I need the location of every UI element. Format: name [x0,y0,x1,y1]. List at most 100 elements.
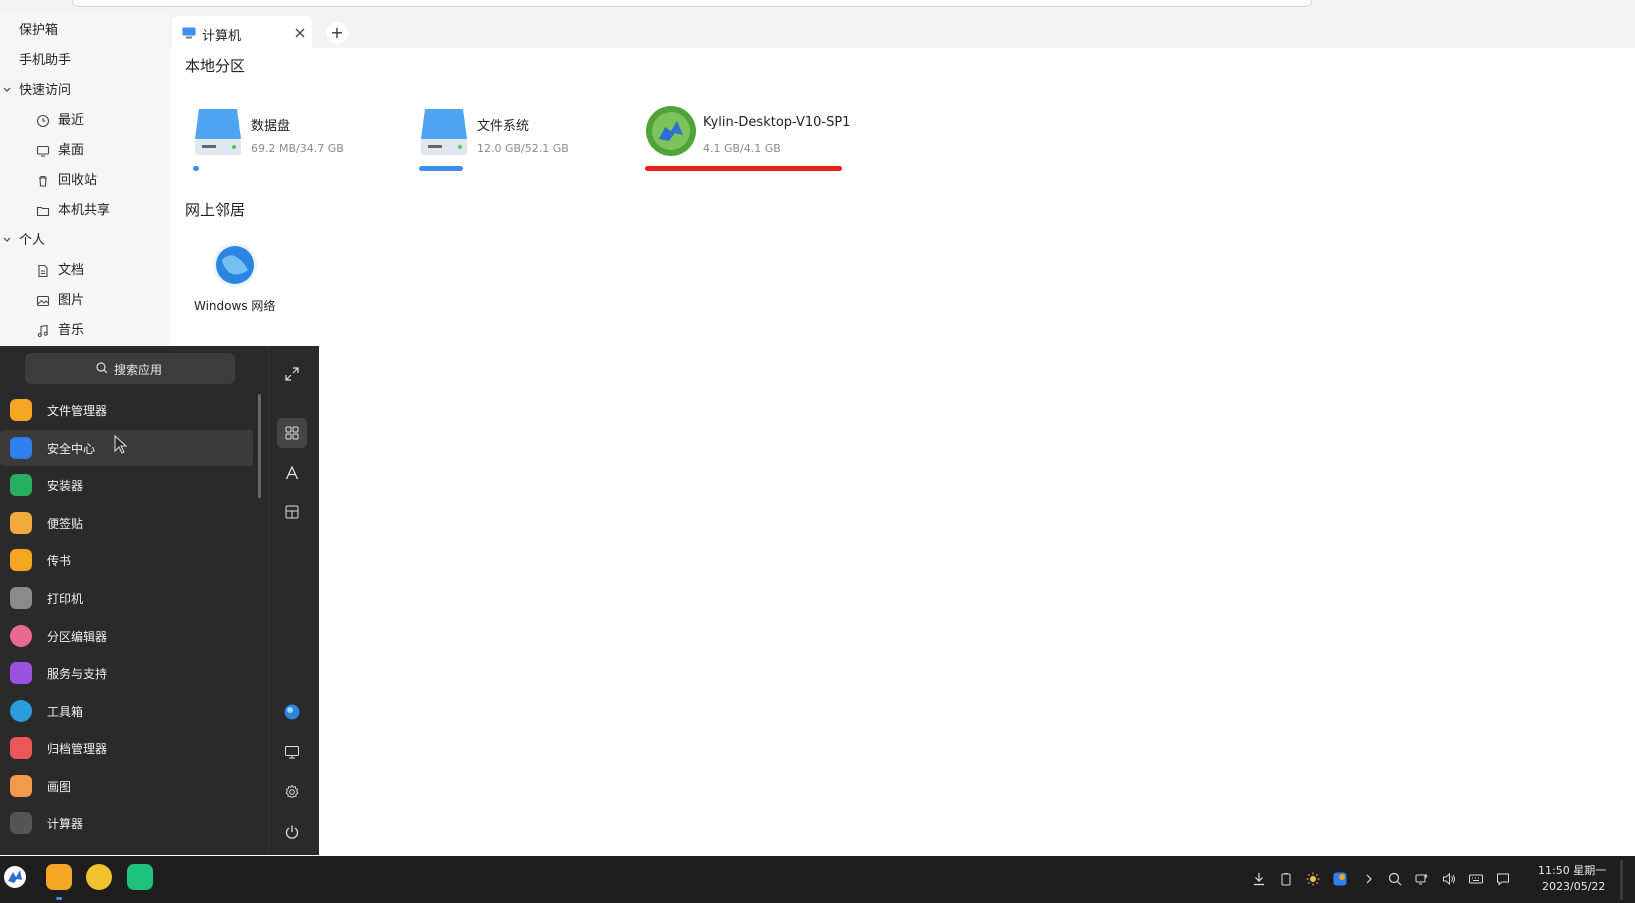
hard-drive-icon [421,109,467,155]
user-avatar-button[interactable] [277,697,307,727]
drive-size: 4.1 GB/4.1 GB [703,142,781,155]
mouse-cursor [114,435,128,454]
sidebar-group-label: 快速访问 [19,83,72,98]
drive-usage-bar [193,166,199,171]
file-manager-sidebar: 保护箱 手机助手 快速访问 最近 桌面 回收站 本机共享 个人 文档 图片 音乐 [0,14,170,346]
app-label: 工具箱 [47,705,84,719]
start-button[interactable] [2,864,28,890]
sidebar-item-pictures[interactable]: 图片 [0,286,170,316]
sidebar-item-phone-assistant[interactable]: 手机助手 [0,46,170,76]
search-icon[interactable] [1388,872,1402,886]
drive-data-disk[interactable]: 数据盘 69.2 MB/34.7 GB [185,105,385,185]
network-icon[interactable] [1415,872,1429,886]
calculator-icon [10,812,32,834]
app-partition-editor[interactable]: 分区编辑器 [0,618,253,654]
taskbar-file-manager[interactable] [46,864,72,890]
fullscreen-button[interactable] [277,359,307,389]
shield-icon [10,437,32,459]
clock-time[interactable]: 11:50 星期一 [1538,862,1606,878]
app-file-manager[interactable]: 文件管理器 [0,392,253,428]
toolbox-icon [10,700,32,722]
drive-kylin-media[interactable]: Kylin-Desktop-V10-SP1 4.1 GB/4.1 GB [637,105,850,185]
document-icon [38,264,48,278]
sidebar-item-recent[interactable]: 最近 [0,106,170,136]
tab-computer[interactable]: 计算机 [172,16,312,50]
printer-icon [10,587,32,609]
computer-button[interactable] [277,737,307,767]
drive-usage-bar [645,166,842,171]
app-toolbox[interactable]: 工具箱 [0,693,253,729]
close-icon[interactable] [294,27,306,39]
network-neighborhood-title: 网上邻居 [185,201,246,219]
sidebar-item-vault[interactable]: 保护箱 [0,16,170,46]
weather-icon[interactable] [1333,872,1347,886]
brightness-icon[interactable] [1306,872,1320,886]
music-note-icon [37,324,48,337]
app-label: 画图 [47,780,72,794]
sidebar-item-label: 桌面 [58,143,85,158]
sidebar-item-label: 本机共享 [58,203,111,218]
sidebar-item-desktop[interactable]: 桌面 [0,136,170,166]
search-icon [96,362,108,374]
all-apps-view-button[interactable] [277,418,307,448]
sidebar-group-personal[interactable]: 个人 [0,226,170,256]
image-icon [36,295,50,307]
chevron-right-icon[interactable] [1362,872,1376,886]
globe-icon [213,243,257,287]
drive-file-system[interactable]: 文件系统 12.0 GB/52.1 GB [411,105,611,185]
taskbar-software-store[interactable] [127,864,153,890]
windows-network-item[interactable]: Windows 网络 [194,240,284,320]
sidebar-item-trash[interactable]: 回收站 [0,166,170,196]
kylin-logo-icon [4,866,26,888]
app-paint[interactable]: 画图 [0,768,253,804]
folder-icon [36,206,50,217]
volume-icon[interactable] [1442,872,1456,886]
app-file-transfer[interactable]: 传书 [0,542,253,578]
sidebar-item-local-share[interactable]: 本机共享 [0,196,170,226]
grid-icon [285,426,299,440]
monitor-icon [36,145,50,157]
clipboard-icon[interactable] [1279,872,1293,886]
paper-plane-icon [10,549,32,571]
app-archive-manager[interactable]: 归档管理器 [0,730,253,766]
clock-date[interactable]: 2023/05/22 [1542,880,1605,893]
sidebar-group-quick-access[interactable]: 快速访问 [0,76,170,106]
sidebar-item-documents[interactable]: 文档 [0,256,170,286]
local-partitions-title: 本地分区 [185,57,246,75]
drive-name: 文件系统 [477,119,530,134]
gear-icon [285,784,299,799]
network-item-label: Windows 网络 [194,299,276,313]
app-service-support[interactable]: 服务与支持 [0,655,253,691]
sidebar-item-music[interactable]: 音乐 [0,316,170,346]
app-label: 分区编辑器 [47,630,108,644]
sidebar-item-label: 回收站 [58,173,98,188]
app-calculator[interactable]: 计算器 [0,805,253,841]
show-desktop-edge[interactable] [1620,860,1623,900]
app-list-scrollbar[interactable] [258,394,261,498]
file-manager-icon [10,399,32,421]
category-view-button[interactable] [277,497,307,527]
new-tab-button[interactable]: + [326,22,348,44]
app-search-input[interactable]: 搜索应用 [25,353,235,384]
hard-drive-icon [195,109,241,155]
address-bar-edge[interactable] [72,0,1312,7]
download-icon[interactable] [1252,872,1266,886]
top-strip [0,0,1635,14]
taskbar-browser[interactable] [86,864,112,890]
app-label: 安全中心 [47,442,96,456]
letter-a-icon [285,465,299,480]
paint-icon [10,775,32,797]
alphabet-view-button[interactable] [277,458,307,488]
taskbar: 11:50 星期一 2023/05/22 [0,856,1635,903]
app-installer[interactable]: 安装器 [0,467,253,503]
settings-button[interactable] [277,777,307,807]
monitor-icon [285,746,299,759]
notification-icon[interactable] [1496,872,1510,886]
app-sticky-notes[interactable]: 便签贴 [0,505,253,541]
sidebar-item-label: 手机助手 [19,53,72,68]
category-icon [285,505,299,519]
power-icon [285,825,299,839]
app-printer[interactable]: 打印机 [0,580,253,616]
power-button[interactable] [277,817,307,847]
keyboard-icon[interactable] [1469,872,1483,886]
